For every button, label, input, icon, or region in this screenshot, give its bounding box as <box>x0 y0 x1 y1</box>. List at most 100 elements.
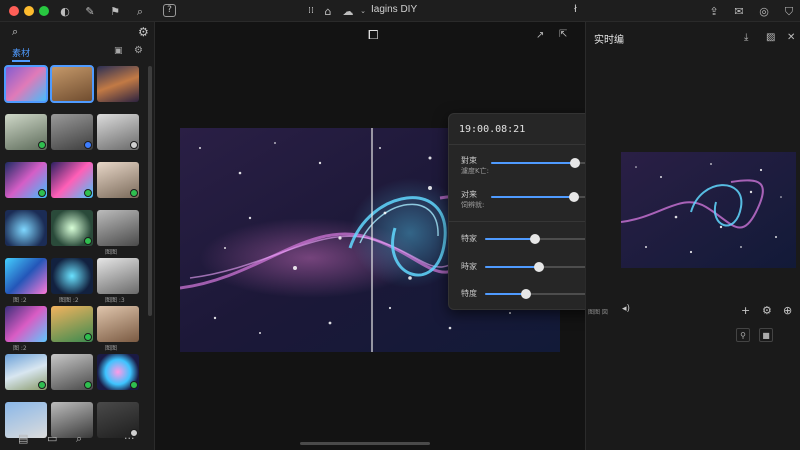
help-icon[interactable]: ? <box>163 4 176 17</box>
media-item[interactable] <box>97 66 139 110</box>
title-bar: ◐ ✎ ⚑ ⌕ ? ⁞⁞ ⌂ ☁ ⌄ Iagins DIY ł ⇪ ✉ ◎ ⛉ <box>0 0 800 22</box>
close-window-button[interactable] <box>9 6 19 16</box>
library-icon[interactable]: ▤ <box>18 432 28 445</box>
expand-icon[interactable]: ▨ <box>766 32 775 43</box>
title-cursor: ł <box>574 4 577 15</box>
media-scrollbar[interactable] <box>148 66 152 316</box>
shield-icon[interactable]: ⛉ <box>781 3 797 19</box>
slider-handle[interactable] <box>569 158 580 168</box>
media-thumbnail <box>97 66 139 102</box>
chevron-down-icon[interactable]: ⌄ <box>355 3 371 19</box>
slider-track[interactable] <box>491 192 597 202</box>
slider-track[interactable] <box>485 289 587 299</box>
media-thumbnail <box>50 65 94 103</box>
media-item[interactable]: 图 :2 <box>5 306 47 352</box>
media-thumbnail <box>97 210 139 246</box>
redo-icon[interactable]: ↗ <box>536 30 544 41</box>
slider-handle[interactable] <box>520 289 531 299</box>
media-item[interactable]: 图图 :2 <box>51 258 93 304</box>
export-icon[interactable]: ⇱ <box>559 29 567 40</box>
status-badge <box>38 189 46 197</box>
media-item[interactable]: 图图 <box>97 306 139 352</box>
gear-icon[interactable]: ⚙ <box>762 304 772 317</box>
media-item[interactable] <box>50 65 94 110</box>
moon-icon[interactable]: ◐ <box>57 3 73 19</box>
preview-info: 图图 図 <box>588 309 608 316</box>
media-item[interactable] <box>5 210 47 254</box>
media-item[interactable] <box>5 162 47 206</box>
media-item[interactable] <box>51 162 93 206</box>
person-button[interactable]: ⚲ <box>736 328 750 342</box>
media-thumbnail <box>97 258 139 294</box>
status-badge <box>38 141 46 149</box>
status-badge <box>84 237 92 245</box>
settings-small-icon[interactable]: ⚙ <box>134 45 143 56</box>
timeline-scrollbar[interactable] <box>300 442 430 445</box>
flag-icon[interactable]: ⚑ <box>107 3 123 19</box>
media-item[interactable]: 图图 :3 <box>97 258 139 304</box>
media-label: 图图 :3 <box>105 297 125 304</box>
zoom-window-button[interactable] <box>39 6 49 16</box>
media-item[interactable] <box>4 65 48 110</box>
slider-handle[interactable] <box>529 234 540 244</box>
media-item[interactable] <box>97 354 139 398</box>
more-icon[interactable]: ··· <box>124 432 135 445</box>
media-item[interactable] <box>5 114 47 158</box>
media-item[interactable] <box>51 354 93 398</box>
home-icon[interactable]: ⌂ <box>320 3 336 19</box>
tab-media[interactable]: 素材 <box>12 46 31 62</box>
search-icon[interactable]: ⌕ <box>12 25 18 39</box>
media-grid: 图图图 :2 图图 :2 图图 :3 图 :2 图图 <box>4 65 145 446</box>
media-toolbar: ▤ ▭ ⌕ ··· <box>0 428 155 450</box>
square-button[interactable]: ■ <box>759 328 773 342</box>
target-icon[interactable]: ◎ <box>756 3 772 19</box>
media-label: 图 :2 <box>13 345 27 352</box>
media-thumbnail <box>5 258 47 294</box>
gear-icon[interactable]: ⚙ <box>138 25 149 39</box>
media-item[interactable] <box>51 210 93 254</box>
link-icon[interactable]: ✎ <box>82 3 98 19</box>
info-icon[interactable]: ⊕ <box>783 304 792 317</box>
split-view-icon[interactable]: ⧠ <box>368 28 378 43</box>
media-item[interactable] <box>51 114 93 158</box>
media-label: 图 :2 <box>13 297 27 304</box>
slider-fill <box>491 196 574 198</box>
slider-track[interactable] <box>485 262 587 272</box>
minimize-window-button[interactable] <box>24 6 34 16</box>
status-badge <box>130 381 138 389</box>
slider-track[interactable] <box>491 158 597 168</box>
add-icon[interactable]: + <box>741 304 750 317</box>
status-badge <box>84 189 92 197</box>
media-item[interactable] <box>5 354 47 398</box>
slider-label: 對束 <box>461 156 477 165</box>
grid-icon[interactable]: ⁞⁞ <box>303 3 319 19</box>
slider-fill <box>485 266 540 268</box>
status-badge <box>84 381 92 389</box>
slider-sublabel: 饲辨就: <box>461 201 485 209</box>
slider-fill <box>485 238 535 240</box>
app-title: Iagins DIY <box>371 4 418 15</box>
status-badge <box>84 141 92 149</box>
zoom-icon[interactable]: ⌕ <box>76 432 82 446</box>
slider-track[interactable] <box>485 234 587 244</box>
close-icon[interactable]: ✕ <box>787 32 795 43</box>
image-icon[interactable]: ▣ <box>114 46 123 56</box>
search-icon[interactable]: ⌕ <box>132 3 148 19</box>
slider-label: 特家 <box>461 234 477 243</box>
mail-icon[interactable]: ✉ <box>731 3 747 19</box>
folder-icon[interactable]: ▭ <box>47 432 57 445</box>
slider-handle[interactable] <box>534 262 545 272</box>
slider-handle[interactable] <box>568 192 579 202</box>
cloud-icon[interactable]: ☁ <box>340 3 356 19</box>
media-thumbnail <box>51 258 93 294</box>
media-item[interactable] <box>97 162 139 206</box>
media-item[interactable] <box>51 306 93 350</box>
media-item[interactable]: 图 :2 <box>5 258 47 304</box>
media-item[interactable] <box>97 114 139 158</box>
download-icon[interactable]: ⤓ <box>744 32 748 43</box>
share-icon[interactable]: ⇪ <box>706 3 722 19</box>
volume-icon[interactable]: ◂) <box>622 304 630 314</box>
media-item[interactable]: 图图 <box>97 210 139 256</box>
media-thumbnail <box>5 210 47 246</box>
slider-label: 時家 <box>461 262 477 271</box>
